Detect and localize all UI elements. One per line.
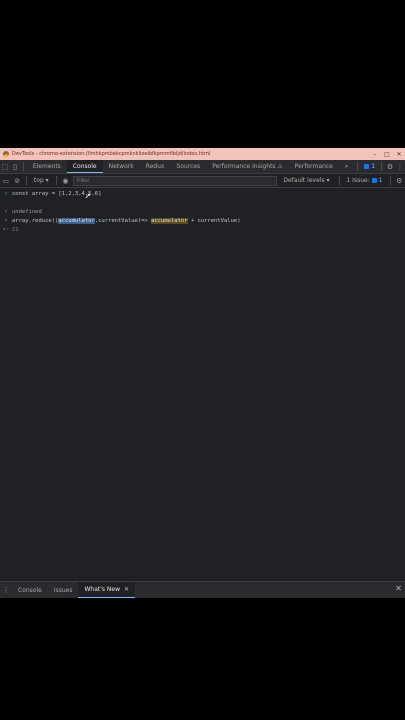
maximize-button[interactable]: □ [381,151,393,158]
chrome-icon [3,151,9,157]
divider [381,162,382,171]
tab-redux[interactable]: Redux [140,160,171,173]
console-input-line: › const array = [1,2,3,4,5,6] [0,189,405,198]
main-tab-bar: ⬚ ▯ Elements Console Network Redux Sourc… [0,160,405,174]
divider [25,176,27,185]
context-selector[interactable]: top ▾ [30,177,53,184]
issue-icon [371,178,377,183]
console-prompt-line[interactable]: › array.reduce((accumulator ,currentValue… [0,216,405,225]
settings-gear-icon[interactable]: ⚙ [385,161,395,173]
eager-eval-line: ‹· 21 [0,225,405,234]
issues-counter[interactable]: 1 Issue: 1 [342,177,386,184]
close-tab-icon[interactable]: ✕ [124,586,129,593]
drawer-tab-bar: ⋮ Console Issues What's New ✕ ✕ [0,581,405,598]
output-text: undefined [12,208,42,215]
close-drawer-icon[interactable]: ✕ [395,584,402,593]
console-toolbar: ▭ ⊘ top ▾ ◉ Default levels ▾ 1 Issue: 1 … [0,174,405,188]
divider [338,176,340,185]
divider [389,176,391,185]
tab-network[interactable]: Network [103,160,140,173]
tab-elements[interactable]: Elements [27,160,67,173]
messages-badge[interactable]: 1 [361,163,378,170]
tab-performance[interactable]: Performance [289,160,339,173]
console-settings-gear-icon[interactable]: ⚙ [394,175,405,187]
log-levels-dropdown[interactable]: Default levels ▾ [277,177,335,184]
eager-chevron-icon: ‹· [2,226,10,233]
inspect-element-icon[interactable]: ⬚ [0,161,10,173]
eager-eval-result: 21 [12,226,19,233]
drawer-tab-console[interactable]: Console [12,582,48,598]
input-chevron-icon: › [4,190,8,197]
tab-console[interactable]: Console [66,160,103,173]
prompt-text-1: array.reduce(( [12,217,59,224]
window-title: DevTools - chrome-extension://lmhkpmbekc… [12,151,211,157]
live-expression-eye-icon[interactable]: ◉ [60,175,71,187]
filter-input[interactable] [73,175,278,186]
tab-performance-insights[interactable]: Performance insights ⚠ [206,160,289,173]
console-output-line: ‹ undefined [0,207,405,216]
divider [55,176,57,185]
console-output[interactable]: › const array = [1,2,3,4,5,6] ‹ undefine… [0,188,405,581]
drawer-tab-whats-new-label: What's New [84,586,121,593]
prompt-text-2: ,currentValue)=> [94,217,152,224]
device-toolbar-icon[interactable]: ▯ [10,161,20,173]
drawer-tab-whats-new[interactable]: What's New ✕ [78,582,136,598]
more-tabs-button[interactable]: » [339,160,355,173]
drawer-tab-issues[interactable]: Issues [48,582,79,598]
issues-label: 1 Issue: [346,177,370,184]
mouse-pointer-icon: ➚ [85,192,91,202]
prompt-text-3: + currentValue) [187,217,241,224]
more-options-icon[interactable]: ⋮ [395,161,405,173]
tab-sources[interactable]: Sources [170,160,206,173]
message-icon [364,164,370,169]
divider [357,162,359,171]
issues-count: 1 [378,177,383,184]
prompt-highlight-2: accumulator [151,217,188,224]
drawer-menu-icon[interactable]: ⋮ [0,584,12,596]
messages-count: 1 [371,163,376,170]
prompt-chevron-icon: › [4,217,8,224]
output-chevron-icon: ‹ [4,208,8,215]
prompt-highlight-1: accumulator [58,217,95,224]
title-bar: DevTools - chrome-extension://lmhkpmbekc… [0,148,405,160]
divider [23,162,24,171]
minimize-button[interactable]: – [369,151,381,158]
close-window-button[interactable]: ✕ [393,151,405,158]
sidebar-toggle-icon[interactable]: ▭ [0,175,11,187]
issues-badge: 1 [371,177,383,184]
devtools-window: DevTools - chrome-extension://lmhkpmbekc… [0,148,405,598]
clear-console-icon[interactable]: ⊘ [11,175,22,187]
